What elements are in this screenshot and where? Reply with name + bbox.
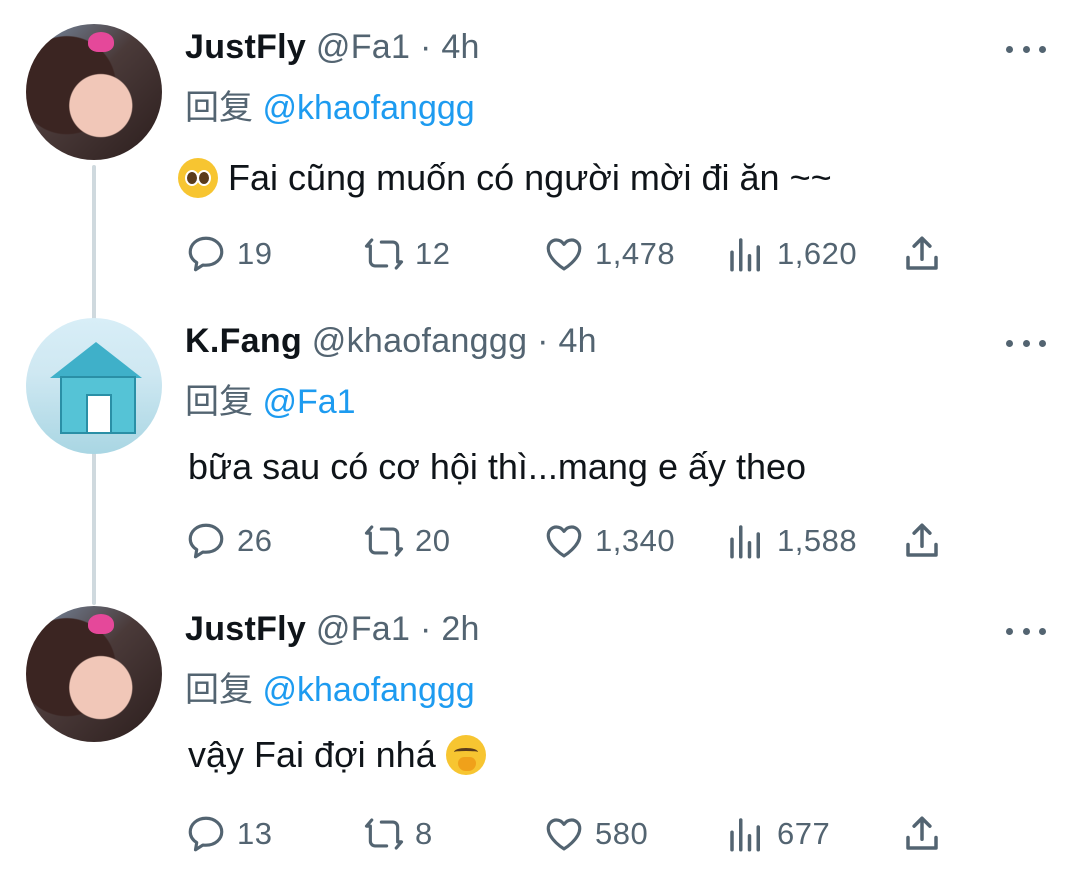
view-count: 1,620	[777, 236, 858, 271]
share-button[interactable]	[901, 519, 953, 563]
display-name[interactable]: JustFly	[185, 28, 306, 66]
heart-icon	[546, 818, 582, 851]
reply-count: 26	[237, 523, 273, 558]
retweet-button[interactable]: 8	[363, 812, 433, 856]
views-button[interactable]: 1,588	[725, 519, 857, 563]
tweet-text-content: Fai cũng muốn có người mời đi ăn ~~	[228, 157, 832, 198]
separator-dot: ·	[537, 322, 549, 360]
reply-label: 回复	[185, 383, 253, 421]
like-button[interactable]: 1,340	[543, 519, 675, 563]
tweet-text: vậy Fai đợi nhá	[188, 734, 496, 776]
action-bar: 13 8 580 677	[185, 812, 955, 856]
reply-mention[interactable]: @khaofanggg	[262, 89, 474, 127]
retweet-icon	[364, 525, 404, 557]
display-name[interactable]: JustFly	[185, 610, 306, 648]
reply-mention[interactable]: @Fa1	[262, 383, 355, 421]
reply-label: 回复	[185, 671, 253, 709]
reply-button[interactable]: 26	[185, 519, 272, 563]
more-options-icon[interactable]	[1006, 336, 1046, 350]
like-count: 1,340	[595, 523, 676, 558]
tweet-header: JustFly @Fa1 · 2h	[185, 610, 480, 649]
share-icon	[906, 236, 938, 270]
share-button[interactable]	[901, 232, 953, 276]
views-button[interactable]: 1,620	[725, 232, 857, 276]
action-bar: 26 20 1,340 1,588	[185, 519, 955, 563]
display-name[interactable]: K.Fang	[185, 322, 302, 360]
reply-context: 回复 @khaofanggg	[185, 662, 475, 711]
user-handle[interactable]: @khaofanggg	[312, 322, 528, 360]
reply-icon	[188, 236, 224, 272]
separator-dot: ·	[419, 28, 432, 66]
timestamp[interactable]: 2h	[441, 610, 479, 648]
like-button[interactable]: 580	[543, 812, 648, 856]
user-handle[interactable]: @Fa1	[316, 610, 410, 648]
reply-context: 回复 @Fa1	[185, 374, 356, 423]
action-bar: 19 12 1,478 1,620	[185, 232, 955, 276]
pleading-face-emoji-icon	[178, 158, 218, 198]
view-count: 1,588	[777, 523, 858, 558]
view-count: 677	[777, 816, 831, 851]
reply-button[interactable]: 13	[185, 812, 272, 856]
views-button[interactable]: 677	[725, 812, 830, 856]
retweet-count: 8	[415, 816, 433, 851]
tweet[interactable]: K.Fang @khaofanggg · 4h 回复 @Fa1 bữa sau …	[0, 300, 1080, 590]
avatar[interactable]	[26, 24, 162, 160]
tweet-text: Fai cũng muốn có người mời đi ăn ~~	[178, 157, 832, 199]
timestamp[interactable]: 4h	[441, 28, 479, 66]
reply-label: 回复	[185, 89, 253, 127]
retweet-count: 20	[415, 523, 451, 558]
share-icon	[906, 523, 938, 557]
user-handle[interactable]: @Fa1	[316, 28, 410, 66]
reply-count: 19	[237, 236, 273, 271]
views-chart-icon	[730, 238, 760, 272]
tweet[interactable]: JustFly @Fa1 · 2h 回复 @khaofanggg vậy Fai…	[0, 590, 1080, 878]
views-chart-icon	[730, 818, 760, 852]
reply-context: 回复 @khaofanggg	[185, 80, 475, 129]
like-button[interactable]: 1,478	[543, 232, 675, 276]
reply-mention[interactable]: @khaofanggg	[262, 671, 474, 709]
avatar[interactable]	[26, 606, 162, 742]
more-options-icon[interactable]	[1006, 624, 1046, 638]
tweet-text-content: bữa sau có cơ hội thì...mang e ấy theo	[188, 446, 807, 487]
like-count: 580	[595, 816, 649, 851]
face-with-hand-over-mouth-emoji-icon	[445, 735, 486, 775]
views-chart-icon	[730, 525, 760, 559]
heart-icon	[546, 525, 582, 558]
avatar[interactable]	[26, 318, 162, 454]
tweet-header: JustFly @Fa1 · 4h	[185, 28, 480, 67]
reply-icon	[188, 816, 224, 852]
share-button[interactable]	[901, 812, 953, 856]
retweet-button[interactable]: 20	[363, 519, 450, 563]
retweet-count: 12	[415, 236, 451, 271]
retweet-icon	[364, 818, 404, 850]
tweet[interactable]: JustFly @Fa1 · 4h 回复 @khaofanggg Fai cũn…	[0, 0, 1080, 300]
tweet-header: K.Fang @khaofanggg · 4h	[185, 322, 597, 361]
like-count: 1,478	[595, 236, 676, 271]
heart-icon	[546, 238, 582, 271]
more-options-icon[interactable]	[1006, 42, 1046, 56]
timestamp[interactable]: 4h	[558, 322, 596, 360]
reply-button[interactable]: 19	[185, 232, 272, 276]
reply-icon	[188, 523, 224, 559]
tweet-text: bữa sau có cơ hội thì...mang e ấy theo	[188, 446, 806, 488]
retweet-button[interactable]: 12	[363, 232, 450, 276]
retweet-icon	[364, 238, 404, 270]
tweet-text-content: vậy Fai đợi nhá	[188, 734, 436, 775]
separator-dot: ·	[419, 610, 432, 648]
reply-count: 13	[237, 816, 273, 851]
share-icon	[906, 816, 938, 850]
